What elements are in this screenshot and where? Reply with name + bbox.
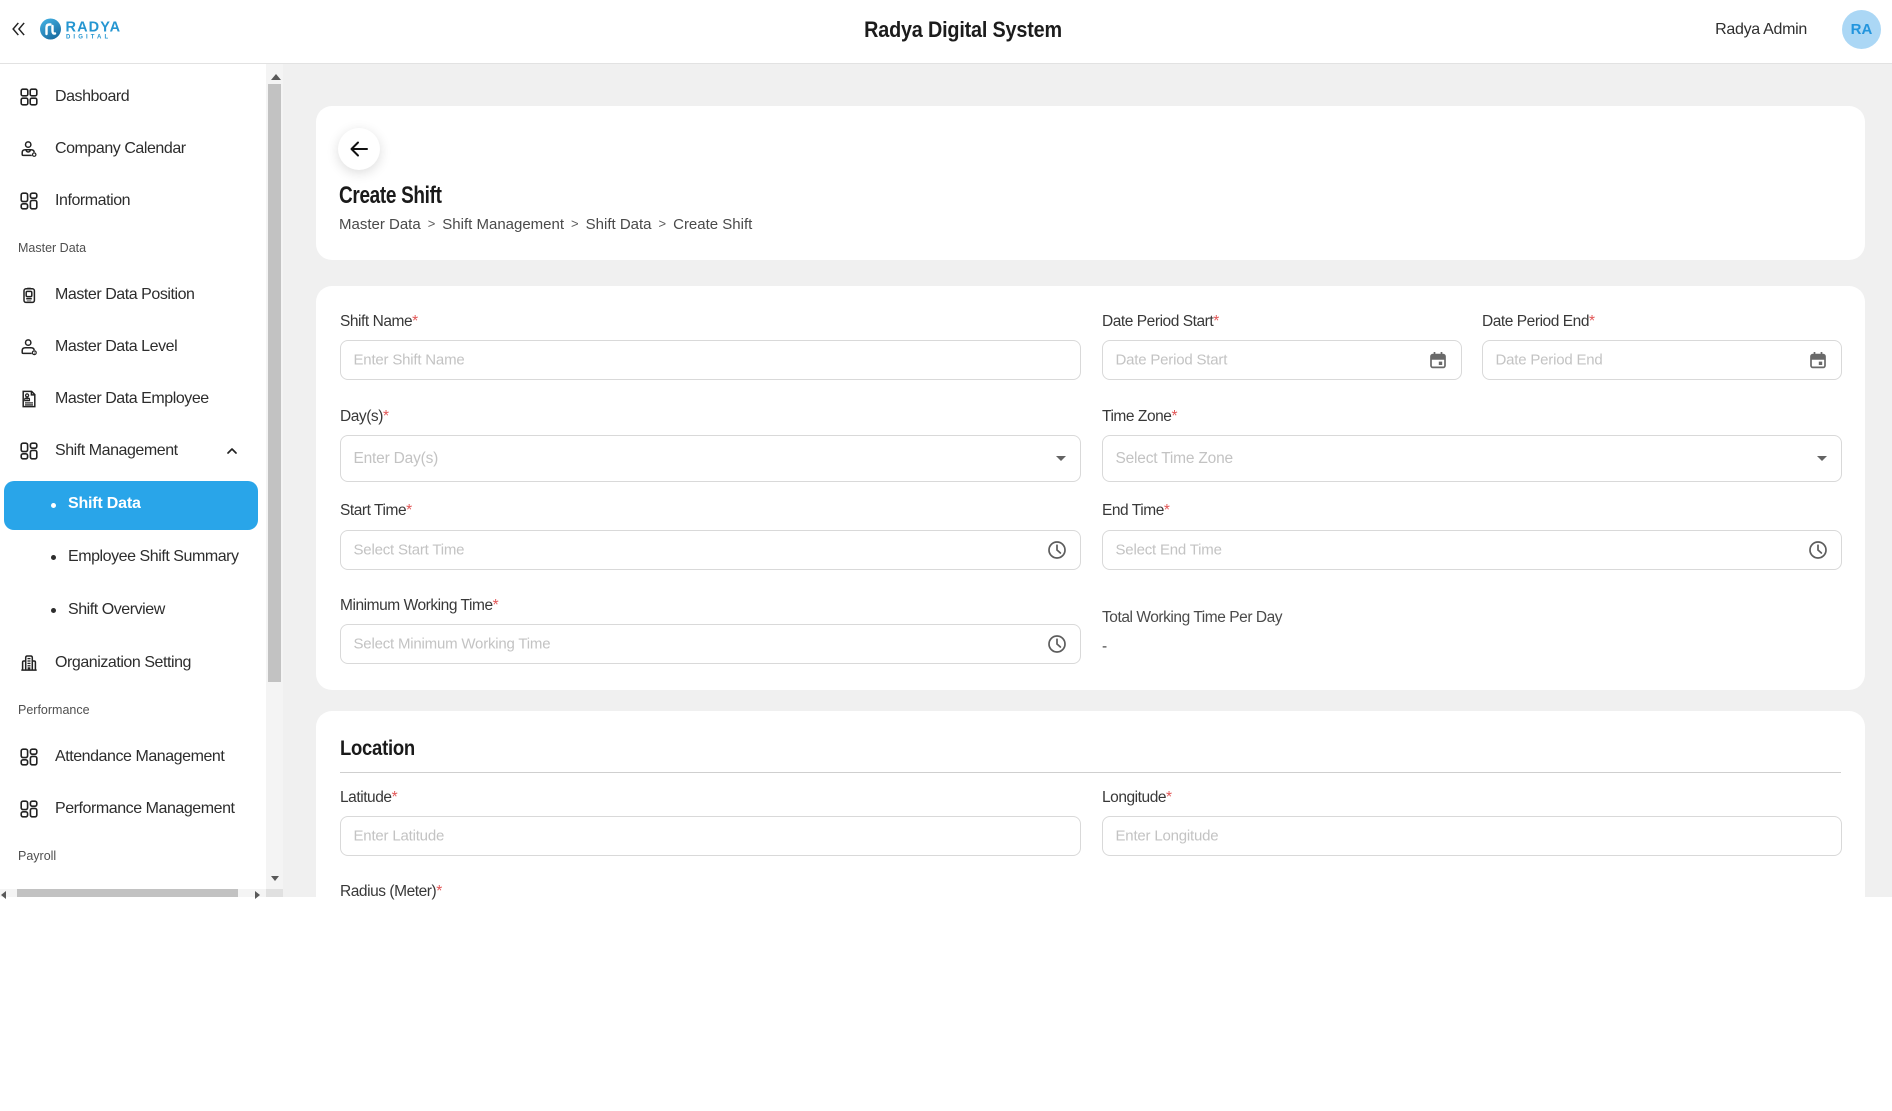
svg-text:1: 1 xyxy=(33,351,35,355)
svg-text:RADYA: RADYA xyxy=(66,20,122,36)
svg-text:DIGITAL: DIGITAL xyxy=(66,35,111,41)
